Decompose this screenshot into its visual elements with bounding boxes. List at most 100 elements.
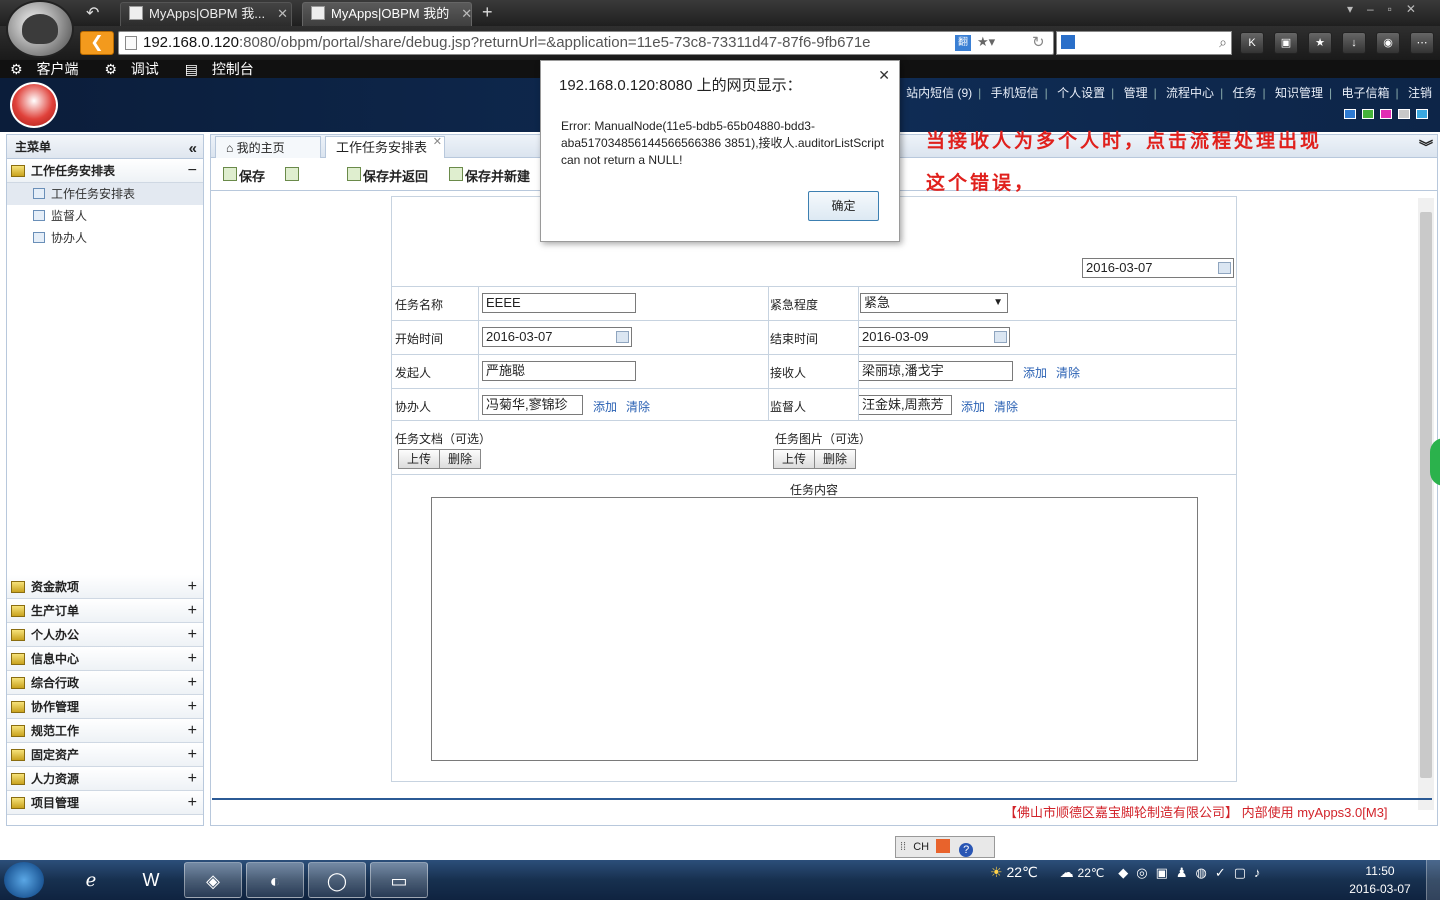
nav-admin[interactable]: 管理 — [1124, 86, 1148, 100]
start-date-field[interactable]: 2016-03-07 — [482, 327, 632, 347]
bookmark-console[interactable]: ▤ 控制台 — [185, 61, 260, 77]
weather-temp[interactable]: 22℃ — [1006, 864, 1037, 880]
word-icon[interactable]: W — [122, 862, 180, 898]
bookmark-star-icon[interactable]: ★▾ — [977, 34, 995, 50]
bookmark-debug[interactable]: ⚙ 调试 — [104, 61, 164, 77]
expand-icon[interactable]: + — [188, 671, 197, 695]
window-controls[interactable]: ▾–▫✕ — [1347, 2, 1430, 16]
expand-header-icon[interactable]: ︾ — [1419, 137, 1433, 157]
save-return-button[interactable]: 保存并返回 — [347, 166, 428, 185]
close-icon[interactable]: ✕ — [878, 67, 890, 84]
sidebar-group[interactable]: 协作管理 + — [7, 695, 203, 719]
img-delete-button[interactable]: 删除 — [814, 449, 856, 469]
doc-delete-button[interactable]: 删除 — [439, 449, 481, 469]
theme-swatch[interactable] — [1380, 109, 1392, 119]
sidebar-group[interactable]: 规范工作 + — [7, 719, 203, 743]
nav-knowledge[interactable]: 知识管理 — [1275, 86, 1323, 100]
start-button[interactable] — [4, 862, 44, 898]
collapse-icon[interactable]: − — [188, 159, 197, 183]
tab-home[interactable]: ⌂ 我的主页 — [215, 136, 321, 158]
ime-toolbar[interactable]: ⁞⁞ CH ? — [895, 836, 995, 858]
expand-icon[interactable]: + — [188, 743, 197, 767]
supervisor-add-link[interactable]: 添加 — [961, 398, 985, 415]
favorites-icon[interactable]: ★ — [1308, 32, 1332, 54]
assistant-input[interactable]: 冯菊华,寥锦珍 — [482, 395, 583, 415]
img-upload-button[interactable]: 上传 — [773, 449, 815, 469]
search-icon[interactable]: ⌕ — [1219, 34, 1227, 51]
search-field[interactable]: ⌕ — [1056, 31, 1232, 55]
nav-sms[interactable]: 手机短信 — [991, 86, 1039, 100]
theme-swatch[interactable] — [1398, 109, 1410, 119]
expand-icon[interactable]: + — [188, 719, 197, 743]
weather-temp-2[interactable]: 22℃ — [1078, 866, 1105, 880]
receiver-input[interactable]: 梁丽琼,潘戈宇 — [858, 361, 1013, 381]
supervisor-input[interactable]: 汪金妹,周燕芳 — [858, 395, 952, 415]
assistant-clear-link[interactable]: 清除 — [626, 398, 650, 415]
calendar-icon[interactable] — [616, 331, 629, 343]
nav-email[interactable]: 电子信箱 — [1342, 86, 1390, 100]
ime-mode-icon[interactable] — [936, 839, 951, 853]
theme-swatch[interactable] — [1344, 109, 1356, 119]
back-button[interactable]: ❮ — [80, 31, 114, 55]
nav-settings[interactable]: 个人设置 — [1057, 86, 1105, 100]
scrollbar-thumb[interactable] — [1420, 212, 1432, 778]
assistant-add-link[interactable]: 添加 — [593, 398, 617, 415]
expand-icon[interactable]: + — [188, 575, 197, 599]
calendar-icon[interactable] — [1218, 262, 1231, 274]
undo-close-tab-icon[interactable]: ↶ — [86, 3, 99, 23]
translate-icon[interactable]: 翻 — [955, 35, 971, 51]
collapse-sidebar-icon[interactable]: « — [189, 137, 197, 161]
task-name-input[interactable]: EEEE — [482, 293, 636, 313]
expand-icon[interactable]: + — [188, 791, 197, 815]
clock[interactable]: 11:50 2016-03-07 — [1340, 862, 1420, 898]
notes-app-icon[interactable]: ▭ — [370, 862, 428, 898]
task-content-textarea[interactable] — [431, 497, 1198, 761]
expand-icon[interactable]: + — [188, 767, 197, 791]
side-float-tab[interactable] — [1430, 438, 1440, 486]
reload-icon[interactable]: ↻ — [1032, 33, 1045, 51]
chat-app-icon[interactable]: ◯ — [308, 862, 366, 898]
sidebar-group[interactable]: 信息中心 + — [7, 647, 203, 671]
sidebar-group[interactable]: 人力资源 + — [7, 767, 203, 791]
k-icon[interactable]: K — [1240, 32, 1264, 54]
browser-tab-2[interactable]: MyApps|OBPM 我的 ✕ — [302, 2, 472, 26]
sidebar-group-open[interactable]: 工作任务安排表 − — [7, 159, 203, 183]
nav-logout[interactable]: 注销 — [1408, 86, 1432, 100]
expand-icon[interactable]: + — [188, 599, 197, 623]
sidebar-item-assistant[interactable]: 协办人 — [7, 227, 203, 249]
browser-logo-icon[interactable] — [6, 0, 74, 58]
supervisor-clear-link[interactable]: 清除 — [994, 398, 1018, 415]
theme-swatch[interactable] — [1416, 109, 1428, 119]
sidebar-group[interactable]: 资金款项 + — [7, 575, 203, 599]
search-engine-icon[interactable] — [1061, 35, 1075, 49]
security-app-icon[interactable]: ◈ — [184, 862, 242, 898]
new-tab-button[interactable]: + — [482, 2, 493, 23]
doc-upload-button[interactable]: 上传 — [398, 449, 440, 469]
bookmark-client[interactable]: ⚙ 客户端 — [10, 61, 84, 77]
expand-icon[interactable]: + — [188, 647, 197, 671]
top-date-field[interactable]: 2016-03-07 — [1082, 258, 1234, 278]
browser-tab-1[interactable]: MyApps|OBPM 我... ✕ — [120, 2, 292, 26]
close-tab-icon[interactable]: ✕ — [461, 6, 472, 21]
menu-icon[interactable]: ⋯ — [1410, 32, 1434, 54]
save-button[interactable]: 保存 — [223, 166, 265, 185]
help-icon[interactable]: ? — [959, 843, 974, 857]
tab-task-schedule[interactable]: 工作任务安排表 ✕ — [325, 136, 445, 158]
sidebar-item-supervisor[interactable]: 监督人 — [7, 205, 203, 227]
sidebar-group[interactable]: 生产订单 + — [7, 599, 203, 623]
end-date-field[interactable]: 2016-03-09 — [858, 327, 1010, 347]
lock-icon[interactable]: ▣ — [1274, 32, 1298, 54]
theme-swatch[interactable] — [1362, 109, 1374, 119]
receiver-add-link[interactable]: 添加 — [1023, 364, 1047, 381]
calendar-icon[interactable] — [994, 331, 1007, 343]
show-desktop-button[interactable] — [1426, 860, 1440, 900]
ime-language[interactable]: CH — [913, 841, 929, 853]
ok-button[interactable]: 确定 — [808, 191, 879, 221]
game-icon[interactable]: ◉ — [1376, 32, 1400, 54]
tray-icons[interactable]: ◆◎▣♟◍✓▢♪ — [1118, 865, 1268, 880]
sidebar-group[interactable]: 个人办公 + — [7, 623, 203, 647]
close-tab-icon[interactable]: ✕ — [277, 6, 288, 21]
initiator-input[interactable]: 严施聪 — [482, 361, 636, 381]
receiver-clear-link[interactable]: 清除 — [1056, 364, 1080, 381]
save-new-button[interactable]: 保存并新建 — [449, 166, 530, 185]
